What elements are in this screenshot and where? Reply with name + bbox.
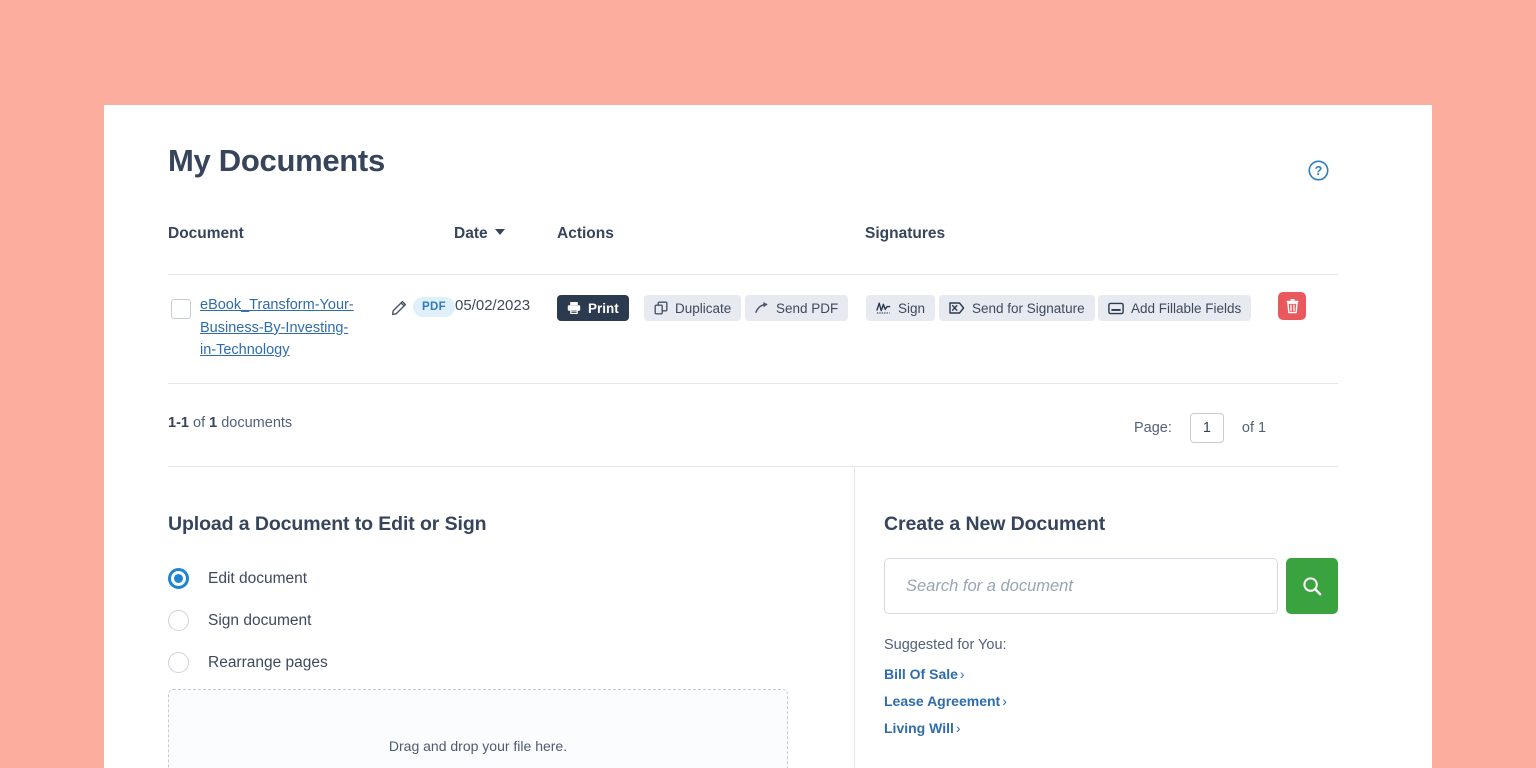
delete-button[interactable] (1278, 292, 1306, 320)
search-button[interactable] (1286, 558, 1338, 614)
pagination-range: 1-1 (168, 415, 189, 431)
duplicate-button-label: Duplicate (675, 300, 732, 316)
document-search (884, 558, 1338, 614)
chevron-right-icon: › (1002, 693, 1007, 709)
add-fillable-fields-button-label: Add Fillable Fields (1131, 300, 1242, 316)
upload-section-title: Upload a Document to Edit or Sign (168, 513, 487, 535)
documents-card: My Documents ? Document Date Actions Sig… (104, 105, 1432, 768)
send-pdf-button[interactable]: Send PDF (745, 295, 849, 321)
suggested-link-label: Lease Agreement (884, 693, 1001, 709)
help-circle-icon[interactable]: ? (1308, 160, 1329, 181)
chevron-down-icon (494, 229, 505, 235)
radio-option-rearrange-pages[interactable]: Rearrange pages (168, 652, 328, 673)
radio-label: Edit document (208, 569, 308, 587)
duplicate-button[interactable]: Duplicate (644, 295, 742, 321)
radio-indicator (168, 610, 189, 631)
send-for-signature-button[interactable]: Send for Signature (939, 295, 1095, 321)
pagination-total: 1 (209, 415, 218, 431)
column-header-date-label: Date (454, 225, 488, 242)
search-input[interactable] (884, 558, 1278, 614)
sign-button[interactable]: Sign (866, 295, 936, 321)
column-header-actions: Actions (557, 225, 614, 242)
pagination-documents-word: documents (221, 415, 293, 431)
radio-indicator (168, 568, 189, 589)
page-title: My Documents (168, 143, 385, 178)
send-pdf-button-label: Send PDF (776, 300, 839, 316)
column-header-date[interactable]: Date (454, 225, 505, 243)
page-label: Page: (1134, 420, 1172, 436)
envelope-x-icon (949, 301, 965, 315)
print-button-label: Print (588, 300, 619, 316)
print-button[interactable]: Print (557, 295, 629, 321)
suggested-link-label: Living Will (884, 720, 954, 736)
suggested-link-lease-agreement[interactable]: Lease Agreement › (884, 693, 1007, 709)
pencil-icon[interactable] (390, 299, 408, 317)
add-fillable-fields-button[interactable]: Add Fillable Fields (1098, 295, 1252, 321)
pagination-summary: 1-1 of 1 documents (168, 415, 292, 431)
file-type-badge: PDF (413, 297, 455, 317)
pagination-controls: Page: of 1 (1134, 413, 1266, 443)
page-total-label: of 1 (1241, 420, 1267, 436)
svg-text:?: ? (1315, 164, 1323, 178)
suggested-link-living-will[interactable]: Living Will › (884, 720, 961, 736)
dropzone-text: Drag and drop your file here. (388, 738, 568, 754)
suggested-link-label: Bill Of Sale (884, 666, 958, 682)
send-arrow-icon (755, 301, 769, 315)
pagination-of: of (193, 415, 206, 431)
suggested-link-bill-of-sale[interactable]: Bill Of Sale › (884, 666, 965, 682)
chevron-right-icon: › (959, 666, 965, 682)
radio-label: Rearrange pages (208, 653, 328, 671)
chevron-right-icon: › (955, 720, 961, 736)
file-dropzone[interactable]: Drag and drop your file here. (168, 689, 788, 768)
suggested-label: Suggested for You: (884, 637, 1007, 653)
vertical-divider (854, 466, 855, 768)
column-header-signatures: Signatures (865, 225, 946, 242)
column-header-document: Document (168, 225, 244, 242)
send-for-signature-button-label: Send for Signature (972, 300, 1085, 316)
radio-option-edit-document[interactable]: Edit document (168, 568, 307, 589)
radio-indicator (168, 652, 189, 673)
section-divider (168, 466, 1338, 467)
table-divider-top (168, 274, 1338, 275)
magnifier-icon (1301, 575, 1323, 597)
radio-label: Sign document (208, 611, 312, 629)
table-header: Document Date Actions Signatures (168, 225, 1338, 265)
radio-option-sign-document[interactable]: Sign document (168, 610, 311, 631)
page-number-input[interactable] (1189, 413, 1224, 443)
document-name-link[interactable]: eBook_Transform-Your-Business-By-Investi… (200, 294, 362, 362)
row-checkbox[interactable] (171, 299, 191, 319)
fillable-field-icon (1108, 302, 1124, 315)
duplicate-icon (654, 301, 668, 315)
create-section-title: Create a New Document (884, 513, 1106, 535)
printer-icon (567, 301, 581, 315)
signature-icon (876, 301, 891, 315)
table-divider-bottom (168, 383, 1338, 384)
sign-button-label: Sign (898, 300, 926, 316)
document-date: 05/02/2023 (455, 297, 531, 314)
trash-icon (1285, 298, 1300, 314)
